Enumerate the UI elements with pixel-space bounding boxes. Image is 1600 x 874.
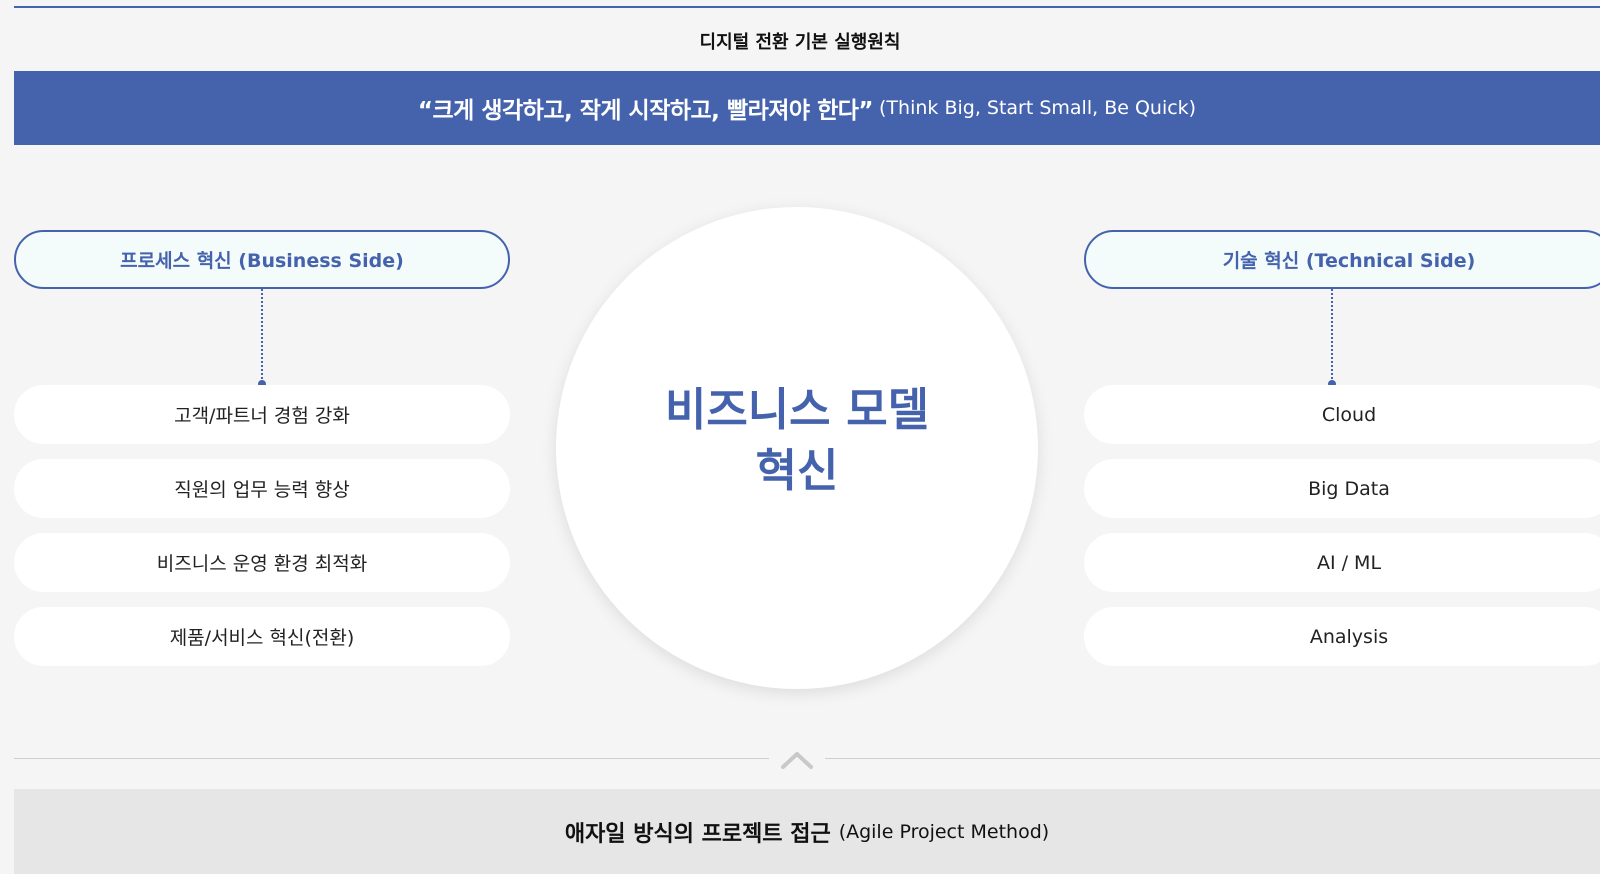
business-item: 직원의 업무 능력 향상 [14,459,510,518]
business-side-connector [261,289,263,383]
banner-quote: “크게 생각하고, 작게 시작하고, 빨라져야 한다” [417,98,874,124]
principle-banner: “크게 생각하고, 작게 시작하고, 빨라져야 한다” (Think Big, … [14,71,1600,145]
technical-item: AI / ML [1084,533,1600,592]
center-title-line-2: 혁신 [755,444,839,497]
section-title: 디지털 전환 기본 실행원칙 [699,32,901,53]
business-model-innovation-circle: 비즈니스 모델 혁신 [556,207,1038,689]
business-item: 비즈니스 운영 환경 최적화 [14,533,510,592]
technical-item: Big Data [1084,459,1600,518]
bottom-divider-right [825,758,1600,759]
technical-item: Cloud [1084,385,1600,444]
technical-side-connector [1331,289,1333,383]
agile-method-bar: 애자일 방식의 프로젝트 접근 (Agile Project Method) [14,789,1600,874]
agile-method-subtitle: (Agile Project Method) [838,820,1050,843]
top-divider-line [14,6,1600,8]
chevron-up-icon [781,752,813,769]
banner-subtitle: (Think Big, Start Small, Be Quick) [879,97,1197,119]
business-side-header: 프로세스 혁신 (Business Side) [14,230,510,289]
business-item: 고객/파트너 경험 강화 [14,385,510,444]
business-item: 제품/서비스 혁신(전환) [14,607,510,666]
agile-method-title: 애자일 방식의 프로젝트 접근 [564,821,831,847]
center-title-line-1: 비즈니스 모델 [664,383,930,437]
bottom-divider-left [14,758,769,759]
technical-item: Analysis [1084,607,1600,666]
technical-side-header: 기술 혁신 (Technical Side) [1084,230,1600,289]
